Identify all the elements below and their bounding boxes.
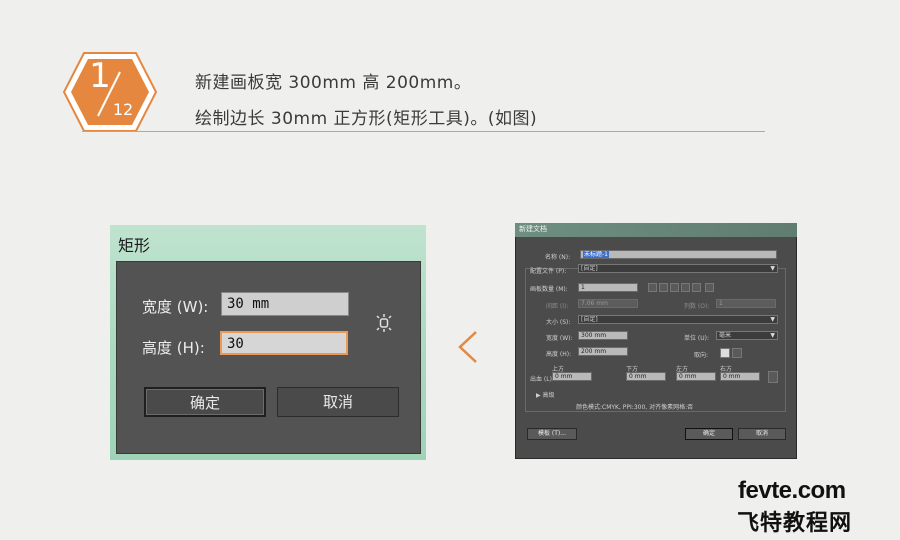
doc-profile-value: [自定]	[581, 265, 598, 272]
chain-link-icon[interactable]	[372, 313, 396, 333]
header-divider	[82, 131, 765, 132]
doc-columns-label: 列数 (O):	[684, 303, 710, 310]
bleed-bottom-input[interactable]: 0 mm	[626, 372, 666, 381]
height-input[interactable]: 30	[220, 331, 348, 355]
doc-summary: 颜色模式:CMYK, PPI:300, 对齐像素网格:否	[576, 404, 694, 411]
doc-profile-select[interactable]: [自定] ▼	[578, 264, 778, 273]
step-current-number: 1	[89, 56, 111, 96]
doc-columns-input[interactable]: 1	[716, 299, 776, 308]
landscape-orientation-icon[interactable]	[732, 348, 742, 358]
arrange-row-icon[interactable]	[670, 283, 679, 292]
doc-size-select[interactable]: [自定] ▼	[578, 315, 778, 324]
doc-artboards-input[interactable]: 1	[578, 283, 638, 292]
doc-bleed-label: 出血 (L):	[530, 376, 554, 383]
rectangle-dialog-title: 矩形	[118, 236, 151, 255]
doc-size-value: [自定]	[581, 316, 598, 323]
advanced-label: 高级	[542, 392, 555, 399]
step-total-number: 12	[112, 100, 134, 119]
doc-profile-label: 配置文件 (P):	[530, 268, 567, 275]
cancel-button[interactable]: 取消	[277, 387, 399, 417]
new-document-title: 新建文档	[519, 225, 547, 233]
bleed-right-input[interactable]: 0 mm	[720, 372, 760, 381]
doc-width-input[interactable]: 300 mm	[578, 331, 628, 340]
arrange-layout-icon[interactable]	[705, 283, 714, 292]
arrange-grid-col-icon[interactable]	[659, 283, 668, 292]
arrange-grid-row-icon[interactable]	[648, 283, 657, 292]
chevron-left-icon	[458, 331, 477, 363]
doc-ok-button[interactable]: 确定	[685, 428, 733, 440]
bleed-top-input[interactable]: 0 mm	[552, 372, 592, 381]
instruction-line-2: 绘制边长 30mm 正方形(矩形工具)。(如图)	[195, 109, 538, 129]
doc-spacing-label: 间距 (I):	[546, 303, 569, 310]
doc-name-value: 未标题-1	[583, 251, 609, 258]
bleed-left-input[interactable]: 0 mm	[676, 372, 716, 381]
doc-cancel-button[interactable]: 取消	[738, 428, 786, 440]
doc-width-label: 宽度 (W):	[546, 335, 573, 342]
dropdown-arrow-icon: ▼	[770, 332, 775, 339]
doc-height-input[interactable]: 200 mm	[578, 347, 628, 356]
doc-units-select[interactable]: 毫米 ▼	[716, 331, 778, 340]
triangle-right-icon: ▶	[536, 392, 541, 399]
dropdown-arrow-icon: ▼	[770, 316, 775, 323]
doc-spacing-input[interactable]: 7.06 mm	[578, 299, 638, 308]
doc-name-label: 名称 (N):	[545, 254, 571, 261]
portrait-orientation-icon[interactable]	[720, 348, 730, 358]
doc-orientation-label: 取向:	[694, 352, 709, 359]
new-document-titlebar	[515, 223, 797, 237]
template-button[interactable]: 模板 (T)...	[527, 428, 577, 440]
watermark-domain: fevte.com	[738, 477, 846, 504]
advanced-toggle[interactable]: ▶ 高级	[536, 390, 555, 399]
doc-artboards-label: 画板数量 (M):	[530, 286, 568, 293]
width-label: 宽度 (W):	[142, 298, 209, 316]
doc-units-label: 单位 (U):	[684, 335, 710, 342]
doc-height-label: 高度 (H):	[546, 351, 572, 358]
arrange-rtl-icon[interactable]	[692, 283, 701, 292]
doc-name-input[interactable]: 未标题-1	[580, 250, 777, 259]
dropdown-arrow-icon: ▼	[770, 265, 775, 272]
doc-units-value: 毫米	[719, 332, 732, 339]
ok-button[interactable]: 确定	[144, 387, 266, 417]
doc-size-label: 大小 (S):	[546, 319, 571, 326]
width-input[interactable]: 30 mm	[221, 292, 349, 316]
instruction-line-1: 新建画板宽 300mm 高 200mm。	[195, 73, 472, 93]
arrange-col-icon[interactable]	[681, 283, 690, 292]
watermark-site-name: 飞特教程网	[737, 511, 853, 536]
height-label: 高度 (H):	[142, 339, 205, 357]
bleed-link-icon[interactable]	[768, 371, 778, 383]
